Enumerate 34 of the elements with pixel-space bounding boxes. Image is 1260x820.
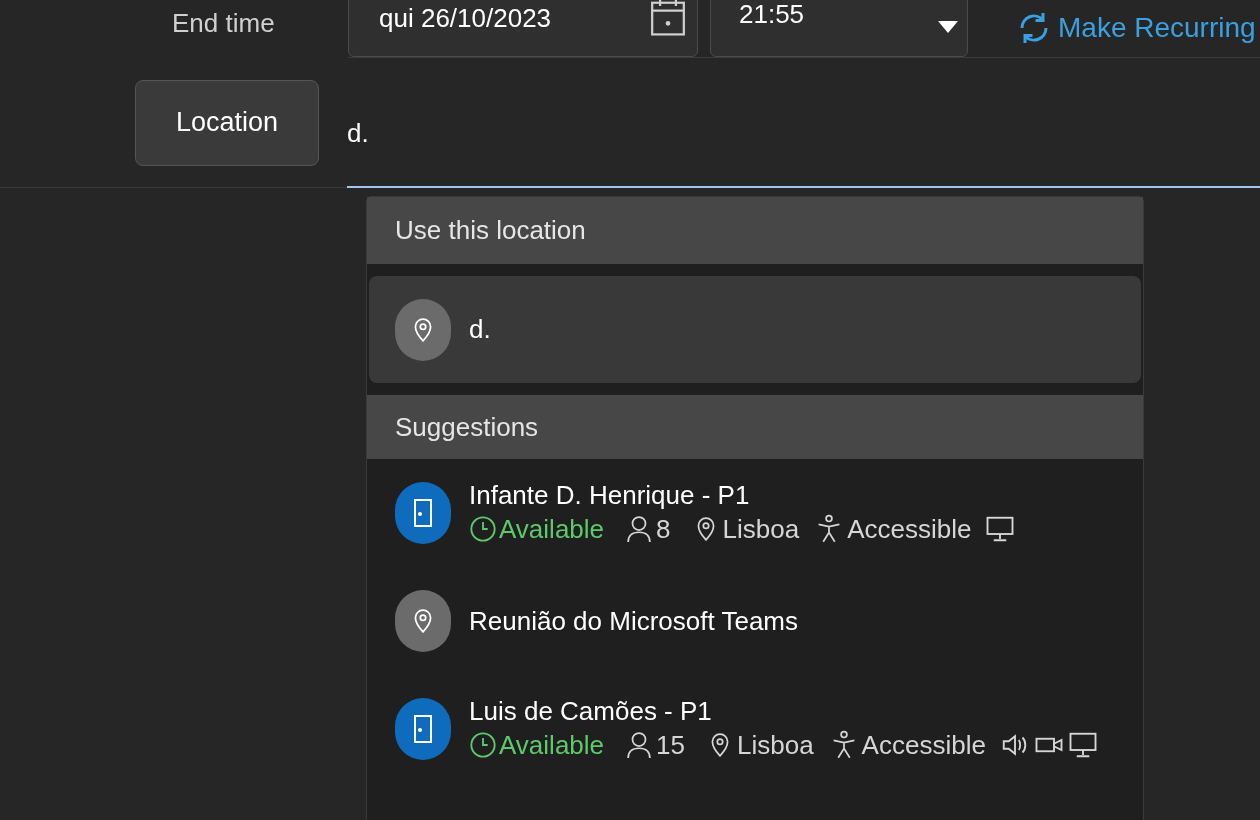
map-pin-icon [395,298,451,361]
room-suggestion[interactable]: Infante D. Henrique - P1 Available 8 Lisboa Accessible [367,459,1143,567]
location-button[interactable]: Location [135,79,319,166]
door-icon [395,698,451,760]
calendar-icon [649,0,687,38]
use-location-item[interactable]: d. [369,276,1141,383]
room-name: Infante D. Henrique - P1 [469,482,751,508]
section-header: Use this location [367,197,1143,264]
room-suggestion[interactable]: Luis de Camões - P1 Available 15 Lisboa Accessible [367,675,1143,783]
section-header: Suggestions [367,395,1143,459]
monitor-icon [985,515,1016,543]
room-name: Luis de Camões - P1 [469,698,713,724]
availability-status: Available [499,516,605,542]
city: Lisboa [722,516,800,542]
capacity: 8 [656,516,671,542]
location-field[interactable]: d. [347,81,1260,188]
date-field[interactable]: qui 26/10/2023 [348,0,698,57]
map-pin-icon [395,590,451,652]
person-icon [626,514,653,544]
clock-icon [469,731,497,759]
person-icon [626,730,653,760]
caret-icon [937,19,959,34]
time-dropdown[interactable]: 21:55 [710,0,968,57]
monitor-icon [1067,731,1098,759]
place-suggestion[interactable]: Reunião do Microsoft Teams [367,567,1143,675]
clock-icon [469,515,497,543]
make-recurring-link[interactable]: Make Recurring [1016,6,1256,49]
end-time-label: End time [172,7,275,40]
accessibility: Accessible [847,516,972,542]
city: Lisboa [736,732,814,758]
accessibility: Accessible [861,732,986,758]
door-icon [395,482,451,544]
capacity: 15 [656,732,685,758]
availability-status: Available [499,732,605,758]
